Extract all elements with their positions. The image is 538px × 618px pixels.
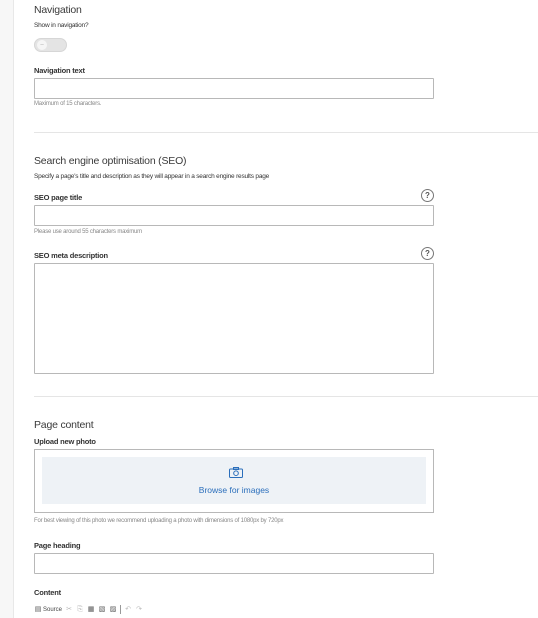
seo-page-title-help-icon[interactable]: ? <box>421 189 434 202</box>
paste-text-icon[interactable]: ▧ <box>98 606 106 614</box>
photo-upload-area[interactable]: Browse for images <box>42 457 426 504</box>
seo-page-title-hint: Please use around 55 characters maximum <box>34 229 142 235</box>
seo-meta-description-label: SEO meta description <box>34 251 108 260</box>
navigation-text-hint: Maximum of 15 characters. <box>34 101 102 107</box>
show-in-navigation-label: Show in navigation? <box>34 22 89 29</box>
navigation-text-input[interactable] <box>34 78 434 99</box>
page-content-section-title: Page content <box>34 419 94 431</box>
toggle-knob: – <box>37 40 47 50</box>
camera-icon <box>229 467 243 478</box>
paste-word-icon[interactable]: ▨ <box>109 606 117 614</box>
page-heading-input[interactable] <box>34 553 434 574</box>
seo-meta-description-help-icon[interactable]: ? <box>421 247 434 260</box>
paste-icon[interactable]: ▦ <box>87 606 95 614</box>
seo-section-title: Search engine optimisation (SEO) <box>34 155 187 167</box>
seo-page-title-label: SEO page title <box>34 193 83 202</box>
undo-icon[interactable]: ↶ <box>124 606 132 614</box>
source-icon: ▤ <box>34 605 42 613</box>
copy-icon[interactable]: ⎘ <box>76 606 84 614</box>
section-divider <box>34 396 538 397</box>
upload-photo-label: Upload new photo <box>34 437 96 446</box>
browse-for-images-link[interactable]: Browse for images <box>42 485 426 495</box>
show-in-navigation-toggle[interactable]: – <box>34 38 67 52</box>
photo-upload-dropzone[interactable]: Browse for images <box>34 449 434 513</box>
seo-meta-description-textarea[interactable] <box>34 263 434 374</box>
seo-description: Specify a page's title and description a… <box>34 173 270 180</box>
toolbar-separator <box>120 605 122 614</box>
seo-page-title-input[interactable] <box>34 205 434 226</box>
cut-icon[interactable]: ✂ <box>65 606 73 614</box>
navigation-text-label: Navigation text <box>34 66 85 75</box>
section-divider <box>34 132 538 133</box>
content-label: Content <box>34 588 61 597</box>
source-button[interactable]: ▤ Source <box>34 606 62 614</box>
upload-photo-hint: For best viewing of this photo we recomm… <box>34 518 284 524</box>
left-rail <box>0 0 14 618</box>
page-heading-label: Page heading <box>34 541 81 550</box>
source-button-label: Source <box>43 606 63 613</box>
redo-icon[interactable]: ↷ <box>135 606 143 614</box>
navigation-section-title: Navigation <box>34 4 82 16</box>
editor-toolbar: ▤ Source ✂ ⎘ ▦ ▧ ▨ ↶ ↷ <box>34 603 143 616</box>
